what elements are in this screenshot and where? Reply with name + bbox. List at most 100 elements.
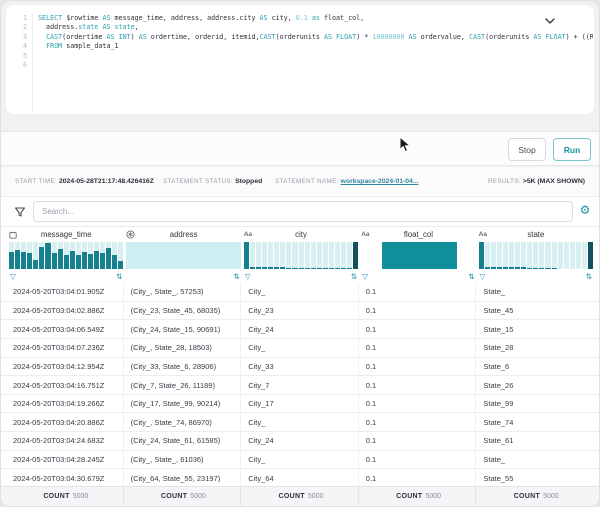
table-cell[interactable]: 0.1 <box>362 339 477 357</box>
table-cell[interactable]: State_45 <box>479 302 593 320</box>
histogram-address[interactable] <box>126 242 240 269</box>
table-cell[interactable]: State_26 <box>479 376 593 394</box>
code-line[interactable]: CAST(ordertime AS INT) AS ordertime, ord… <box>38 33 593 42</box>
table-cell[interactable]: City_24 <box>244 320 359 338</box>
table-cell[interactable]: 2024-05-20T03:04:19.266Z <box>9 395 124 413</box>
table-cell[interactable]: State_55 <box>479 469 593 487</box>
column-filter-icon[interactable]: ▽ <box>480 272 486 281</box>
histogram-state[interactable] <box>479 242 593 269</box>
table-cell[interactable]: State_28 <box>479 339 593 357</box>
table-cell[interactable]: 0.1 <box>362 395 477 413</box>
table-cell[interactable]: 0.1 <box>362 413 477 431</box>
table-cell[interactable]: State_99 <box>479 395 593 413</box>
column-sort-icon[interactable]: ⇅ <box>351 272 357 281</box>
table-cell[interactable]: 0.1 <box>362 376 477 394</box>
table-cell[interactable]: State_15 <box>479 320 593 338</box>
column-header-float_col[interactable]: Aafloat_col <box>361 227 475 242</box>
column-sort-icon[interactable]: ⇅ <box>468 272 474 281</box>
table-row[interactable]: 2024-05-20T03:04:19.266Z(City_17, State_… <box>1 395 600 414</box>
table-cell[interactable]: 0.1 <box>362 358 477 376</box>
table-cell[interactable]: (City_, State_28, 18503) <box>127 339 242 357</box>
table-cell[interactable]: (City_64, State_55, 23197) <box>127 469 242 487</box>
table-cell[interactable]: 0.1 <box>362 302 477 320</box>
search-input[interactable] <box>33 201 573 222</box>
table-cell[interactable]: (City_7, State_26, 11189) <box>127 376 242 394</box>
column-filter-icon[interactable]: ▽ <box>10 272 16 281</box>
table-cell[interactable]: (City_33, State_6, 28906) <box>127 358 242 376</box>
chevron-down-icon[interactable] <box>544 14 556 26</box>
table-row[interactable]: 2024-05-20T03:04:07.236Z(City_, State_28… <box>1 339 600 358</box>
table-cell[interactable]: City_ <box>244 451 359 469</box>
editor-code-area[interactable]: SELECT $rowtime AS message_time, address… <box>32 14 593 112</box>
column-label: message_time <box>22 230 123 239</box>
column-header-city[interactable]: Aacity <box>244 227 358 242</box>
table-row[interactable]: 2024-05-20T03:04:28.245Z(City_, State_, … <box>1 451 600 470</box>
table-row[interactable]: 2024-05-20T03:04:24.683Z(City_24, State_… <box>1 432 600 451</box>
histogram-message_time[interactable] <box>9 242 123 269</box>
table-row[interactable]: 2024-05-20T03:04:16.751Z(City_7, State_2… <box>1 376 600 395</box>
column-header-message_time[interactable]: message_time <box>9 227 123 242</box>
table-row[interactable]: 2024-05-20T03:04:12.954Z(City_33, State_… <box>1 358 600 377</box>
table-cell[interactable]: City_7 <box>244 376 359 394</box>
table-cell[interactable]: City_17 <box>244 395 359 413</box>
gear-icon[interactable]: ⚙ <box>576 201 594 219</box>
histogram-float_col[interactable] <box>361 242 475 269</box>
table-cell[interactable]: 0.1 <box>362 451 477 469</box>
table-cell[interactable]: State_ <box>479 451 593 469</box>
code-line[interactable] <box>38 61 593 70</box>
table-cell[interactable]: City_23 <box>244 302 359 320</box>
sql-editor[interactable]: 123456 SELECT $rowtime AS message_time, … <box>6 5 594 114</box>
column-filter-icon[interactable]: ▽ <box>362 272 368 281</box>
histogram-city[interactable] <box>244 242 358 269</box>
table-cell[interactable]: City_ <box>244 413 359 431</box>
stop-button[interactable]: Stop <box>508 138 546 161</box>
table-cell[interactable]: State_ <box>479 283 593 301</box>
table-cell[interactable]: City_33 <box>244 358 359 376</box>
column-sort-icon[interactable]: ⇅ <box>116 272 122 281</box>
table-cell[interactable]: 0.1 <box>362 320 477 338</box>
table-cell[interactable]: City_ <box>244 283 359 301</box>
table-cell[interactable]: 2024-05-20T03:04:01.905Z <box>9 283 124 301</box>
table-cell[interactable]: 2024-05-20T03:04:24.683Z <box>9 432 124 450</box>
column-sort-icon[interactable]: ⇅ <box>586 272 592 281</box>
run-button[interactable]: Run <box>553 138 591 161</box>
code-line[interactable]: SELECT $rowtime AS message_time, address… <box>38 14 593 23</box>
code-line[interactable] <box>38 52 593 61</box>
table-cell[interactable]: (City_, State_, 57253) <box>127 283 242 301</box>
table-cell[interactable]: State_74 <box>479 413 593 431</box>
column-header-state[interactable]: Aastate <box>479 227 593 242</box>
table-cell[interactable]: (City_23, State_45, 68035) <box>127 302 242 320</box>
column-header-address[interactable]: address <box>126 227 240 242</box>
table-row[interactable]: 2024-05-20T03:04:01.905Z(City_, State_, … <box>1 283 600 302</box>
table-cell[interactable]: 2024-05-20T03:04:12.954Z <box>9 358 124 376</box>
statement-name-link[interactable]: workspace-2024-01-04... <box>341 178 419 185</box>
table-cell[interactable]: (City_, State_74, 86970) <box>127 413 242 431</box>
table-cell[interactable]: 2024-05-20T03:04:07.236Z <box>9 339 124 357</box>
table-cell[interactable]: (City_24, State_61, 61585) <box>127 432 242 450</box>
table-cell[interactable]: 0.1 <box>362 283 477 301</box>
column-filter-icon[interactable]: ▽ <box>245 272 251 281</box>
table-row[interactable]: 2024-05-20T03:04:02.886Z(City_23, State_… <box>1 302 600 321</box>
table-cell[interactable]: State_6 <box>479 358 593 376</box>
table-cell[interactable]: 2024-05-20T03:04:20.886Z <box>9 413 124 431</box>
table-row[interactable]: 2024-05-20T03:04:20.886Z(City_, State_74… <box>1 413 600 432</box>
table-cell[interactable]: 2024-05-20T03:04:16.751Z <box>9 376 124 394</box>
table-row[interactable]: 2024-05-20T03:04:06.549Z(City_24, State_… <box>1 320 600 339</box>
table-cell[interactable]: 0.1 <box>362 432 477 450</box>
table-cell[interactable]: (City_24, State_15, 90691) <box>127 320 242 338</box>
filter-icon[interactable] <box>11 203 28 220</box>
table-cell[interactable]: State_61 <box>479 432 593 450</box>
code-line[interactable]: FROM sample_data_1 <box>38 42 593 51</box>
table-cell[interactable]: 2024-05-20T03:04:06.549Z <box>9 320 124 338</box>
table-cell[interactable]: City_ <box>244 339 359 357</box>
table-cell[interactable]: 0.1 <box>362 469 477 487</box>
table-cell[interactable]: 2024-05-20T03:04:28.245Z <box>9 451 124 469</box>
table-cell[interactable]: 2024-05-20T03:04:30.679Z <box>9 469 124 487</box>
code-line[interactable]: address.state AS state, <box>38 23 593 32</box>
table-cell[interactable]: (City_17, State_99, 90214) <box>127 395 242 413</box>
table-cell[interactable]: 2024-05-20T03:04:02.886Z <box>9 302 124 320</box>
table-cell[interactable]: (City_, State_, 61036) <box>127 451 242 469</box>
table-cell[interactable]: City_64 <box>244 469 359 487</box>
table-cell[interactable]: City_24 <box>244 432 359 450</box>
column-sort-icon[interactable]: ⇅ <box>234 272 240 281</box>
